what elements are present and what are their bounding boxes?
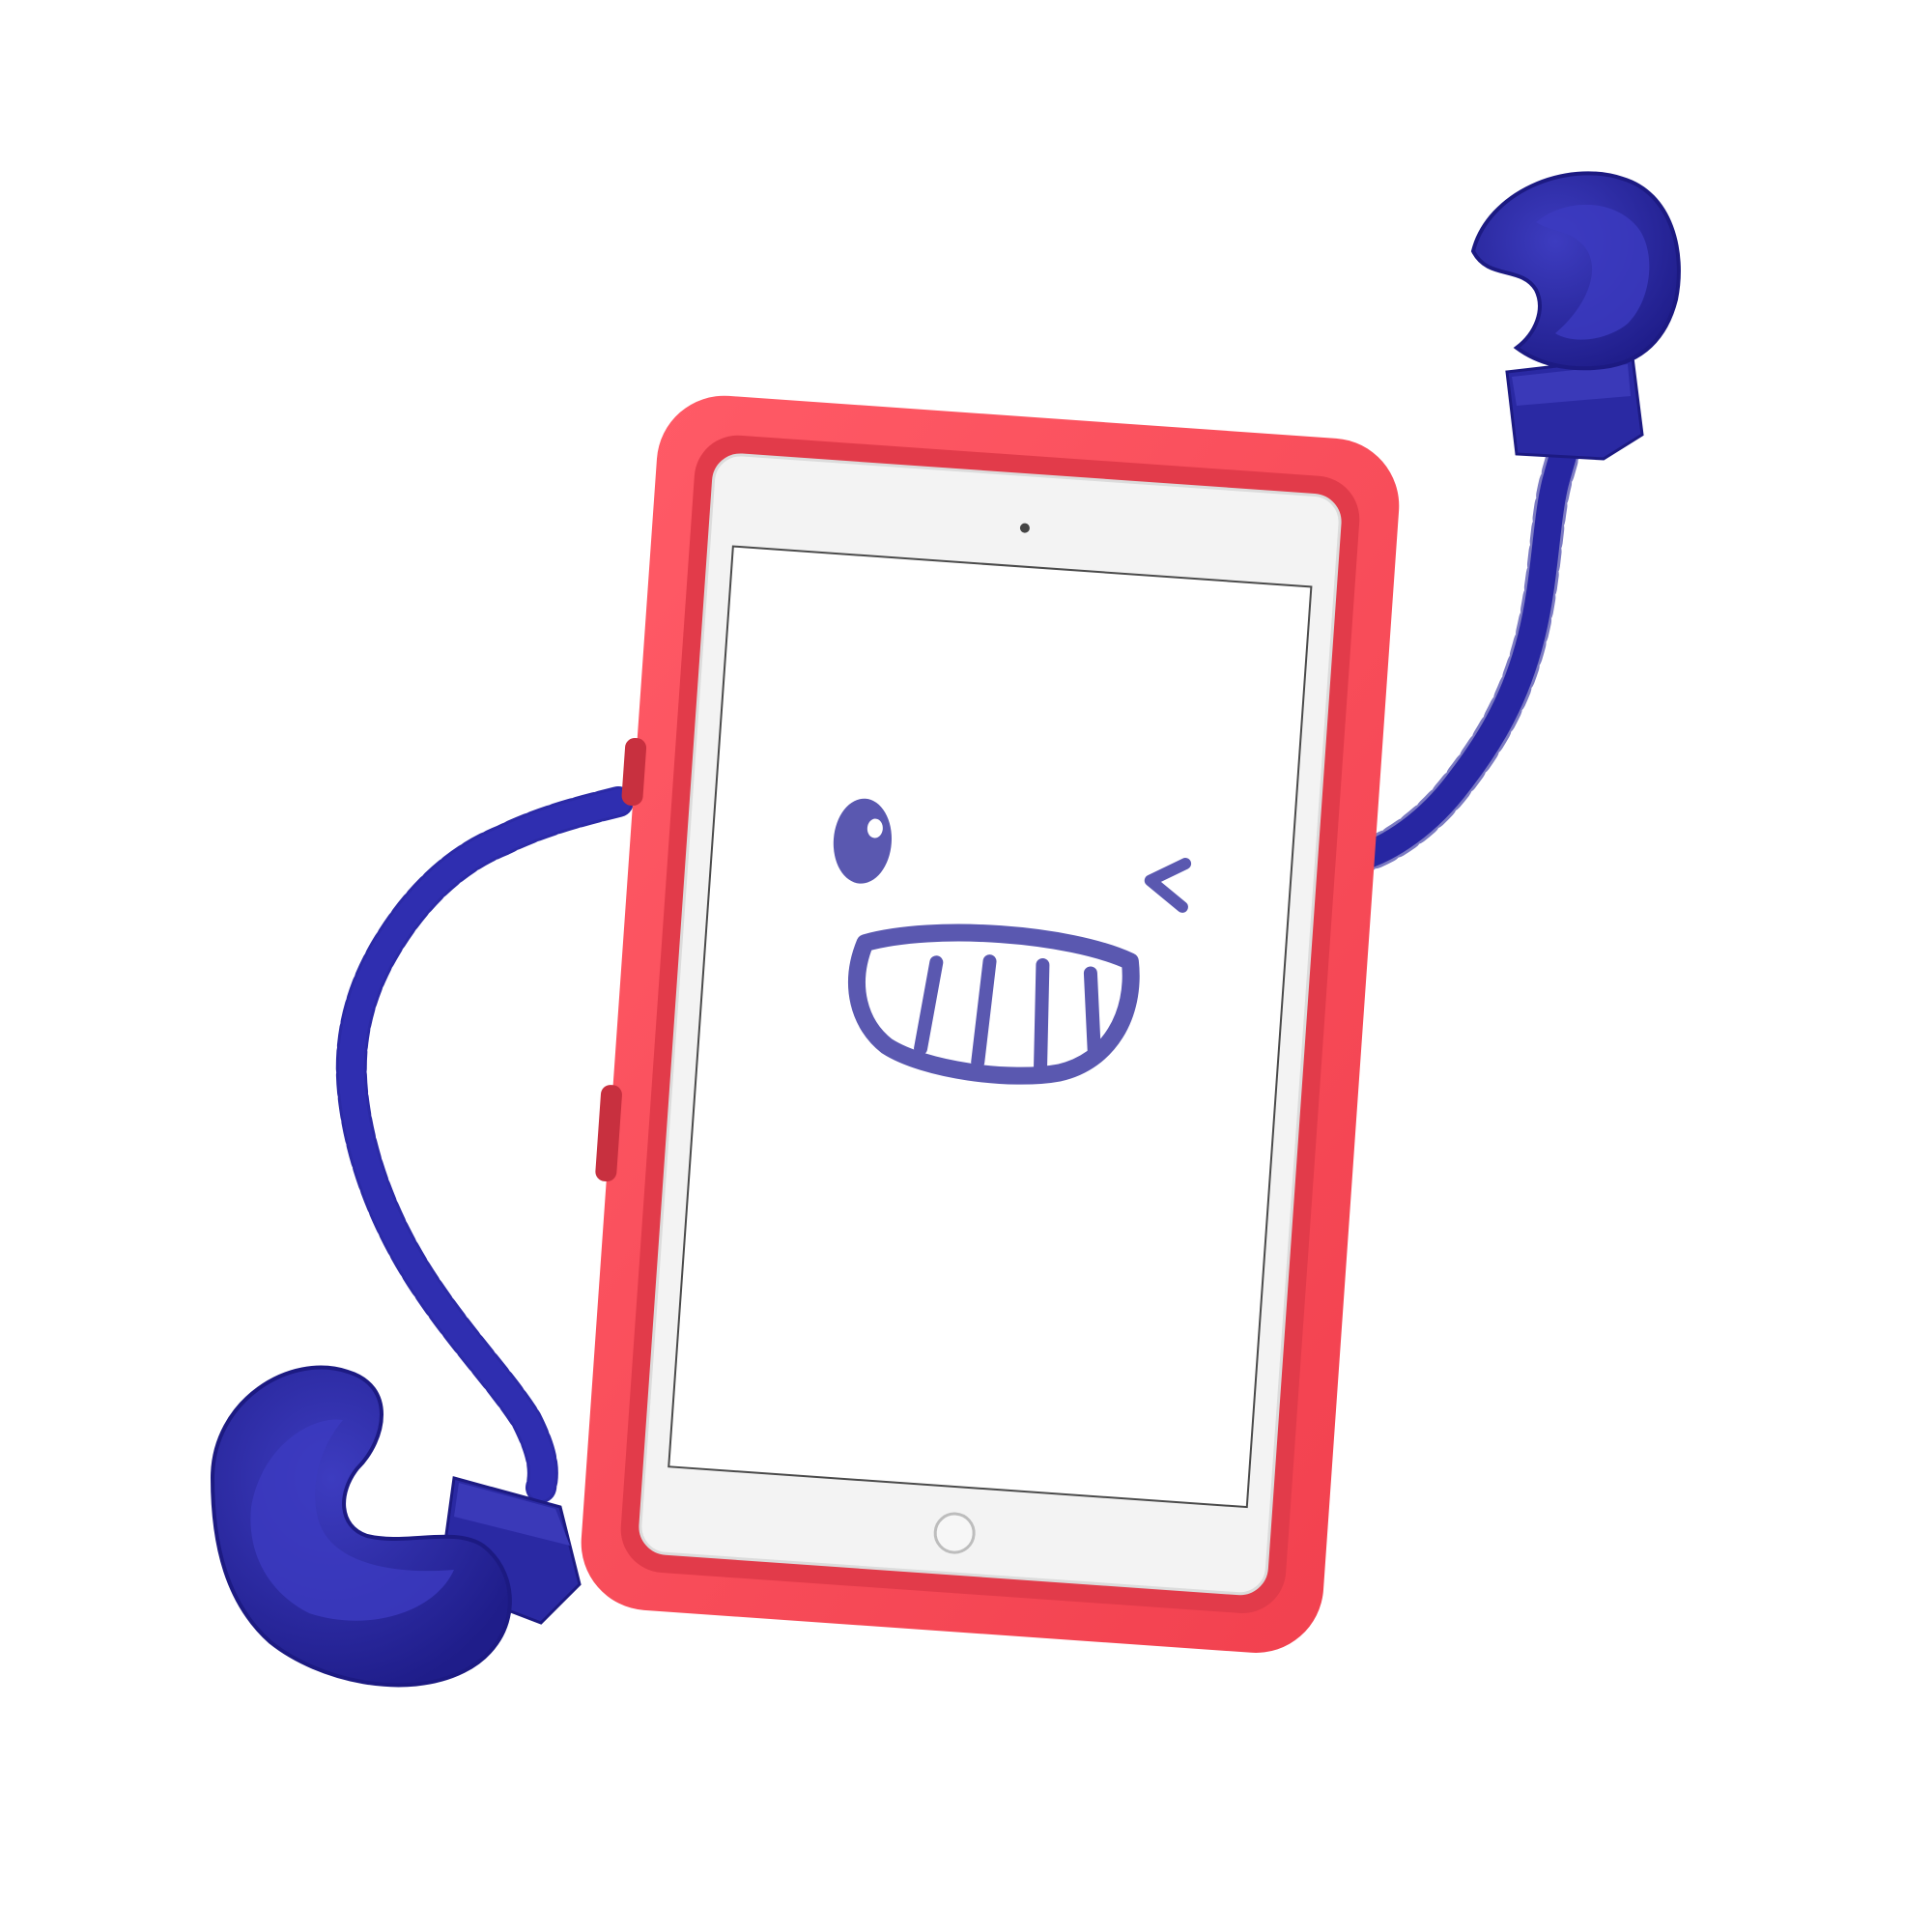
home-button-icon: [933, 1512, 976, 1554]
left-arm-cable: [335, 786, 634, 1503]
left-arm: [210, 786, 634, 1688]
right-wrist-cuff: [1505, 355, 1644, 461]
right-arm: [1336, 171, 1681, 876]
tablet-character-scene: [210, 171, 1681, 1688]
right-glove-icon: [1470, 171, 1681, 371]
tablet-case: [581, 395, 1400, 1653]
tooth-divider: [1083, 966, 1101, 1063]
product-illustration: [0, 0, 1932, 1932]
tooth-divider: [1034, 957, 1050, 1074]
